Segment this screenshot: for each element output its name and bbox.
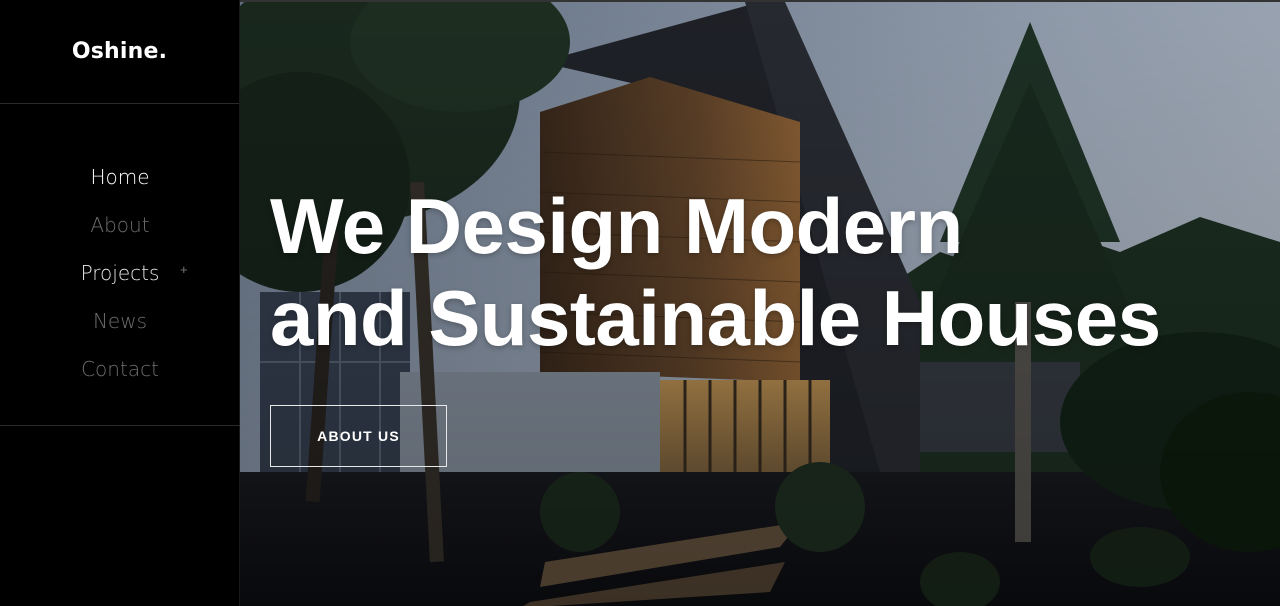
hero-title: We Design Modern and Sustainable Houses xyxy=(270,180,1250,364)
nav-item-news[interactable]: News xyxy=(0,297,240,345)
nav-item-contact[interactable]: Contact xyxy=(0,345,240,393)
logo-area: Oshine. xyxy=(0,0,239,104)
about-us-button[interactable]: ABOUT US xyxy=(270,405,447,467)
hero-section: We Design Modern and Sustainable Houses … xyxy=(240,0,1280,606)
nav-item-about[interactable]: About xyxy=(0,201,240,249)
nav-item-label: Contact xyxy=(81,357,159,381)
main-nav: Home About Projects + News Contact xyxy=(0,104,240,426)
nav-item-label: Projects xyxy=(80,261,160,285)
hero-title-line-2: and Sustainable Houses xyxy=(270,274,1161,362)
site-logo[interactable]: Oshine. xyxy=(72,39,167,64)
nav-item-label: News xyxy=(92,309,148,333)
hero-title-line-1: We Design Modern xyxy=(270,182,963,270)
nav-item-projects[interactable]: Projects + xyxy=(0,249,240,297)
sidebar: Oshine. Home About Projects + News Conta… xyxy=(0,0,240,606)
plus-icon[interactable]: + xyxy=(180,262,188,277)
nav-item-label: Home xyxy=(90,165,150,189)
nav-item-home[interactable]: Home xyxy=(0,153,240,201)
nav-item-label: About xyxy=(90,213,150,237)
